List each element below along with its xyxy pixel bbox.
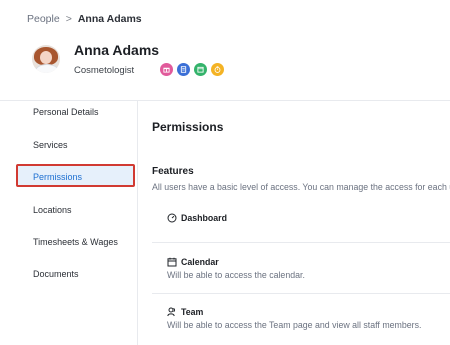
- features-description: All users have a basic level of access. …: [152, 182, 450, 192]
- profile-header: Anna Adams Cosmetologist: [32, 42, 159, 76]
- profile-role: Cosmetologist: [74, 65, 135, 76]
- breadcrumb-current: Anna Adams: [77, 13, 142, 25]
- sidebar: [0, 101, 138, 345]
- sidebar-item-locations[interactable]: Locations: [33, 205, 72, 215]
- calendar-icon[interactable]: [194, 63, 207, 76]
- feature-team-description: Will be able to access the Team page and…: [167, 320, 422, 330]
- breadcrumb: People > Anna Adams: [27, 13, 142, 25]
- page-title: Permissions: [152, 120, 224, 134]
- features-heading: Features: [152, 166, 194, 177]
- team-icon: [167, 307, 176, 317]
- gift-icon[interactable]: [160, 63, 173, 76]
- sidebar-item-services[interactable]: Services: [33, 140, 68, 150]
- profile-name-block: Anna Adams Cosmetologist: [74, 42, 159, 76]
- breadcrumb-people-link[interactable]: People: [27, 13, 60, 25]
- document-icon[interactable]: [177, 63, 190, 76]
- avatar-coat: [35, 64, 59, 73]
- avatar: [32, 45, 60, 73]
- sidebar-item-documents[interactable]: Documents: [33, 269, 79, 279]
- service-icons: [160, 63, 224, 76]
- sidebar-item-timesheets-wages[interactable]: Timesheets & Wages: [33, 237, 118, 247]
- timer-icon[interactable]: [211, 63, 224, 76]
- feature-team-title[interactable]: Team: [181, 307, 203, 317]
- dashboard-icon: [167, 213, 177, 223]
- profile-name: Anna Adams: [74, 42, 160, 58]
- calendar-icon: [167, 257, 177, 267]
- sidebar-item-permissions[interactable]: Permissions: [16, 164, 135, 187]
- avatar-face: [40, 51, 52, 64]
- feature-divider: [152, 293, 450, 294]
- breadcrumb-separator: >: [65, 13, 72, 25]
- feature-calendar-title[interactable]: Calendar: [181, 257, 219, 267]
- feature-dashboard-title[interactable]: Dashboard: [181, 213, 227, 223]
- sidebar-item-personal-details[interactable]: Personal Details: [33, 107, 99, 117]
- feature-calendar-description: Will be able to access the calendar.: [167, 270, 305, 280]
- sidebar-item-permissions-label: Permissions: [33, 172, 83, 182]
- feature-divider: [152, 242, 450, 243]
